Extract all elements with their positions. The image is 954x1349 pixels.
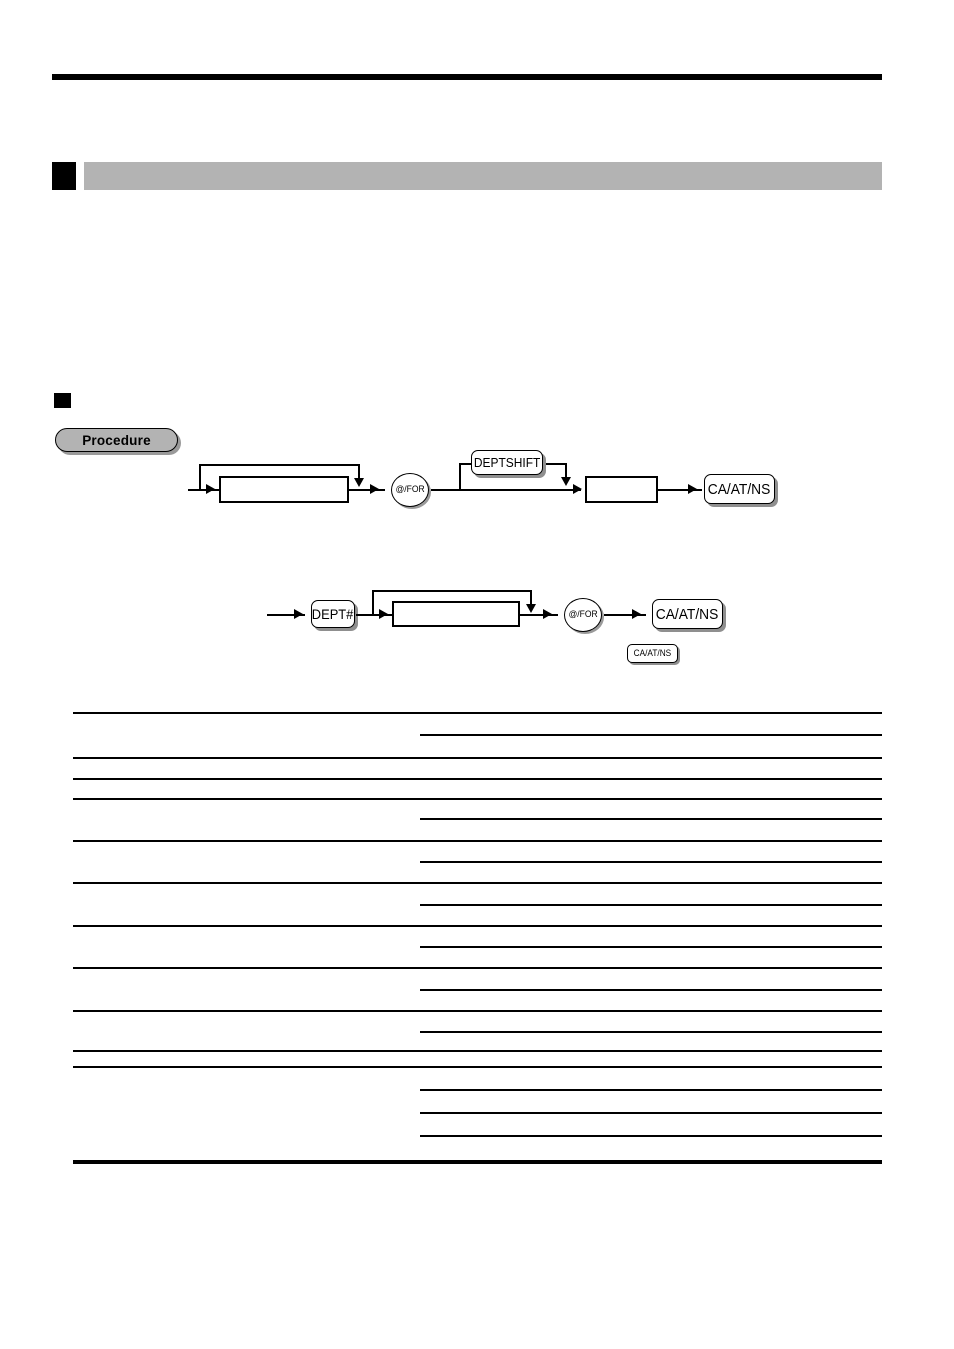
ca-at-ns-key-1-label: CA/AT/NS xyxy=(708,480,771,498)
ca-at-ns-key-2[interactable]: CA/AT/NS xyxy=(652,599,726,632)
procedure-badge: Procedure xyxy=(55,428,183,455)
table-rule-right xyxy=(420,989,882,991)
flow1-seg-b xyxy=(431,489,581,491)
table-rule-full xyxy=(73,1066,882,1068)
section-bullet-icon xyxy=(52,162,76,190)
deptshift-key-face: DEPTSHIFT xyxy=(471,450,543,475)
flow2-arrow-a-icon xyxy=(379,609,388,619)
flow2-arrow-c-icon xyxy=(632,609,641,619)
flow2-seg-a xyxy=(356,614,394,616)
table-rule-right xyxy=(420,861,882,863)
flow1-arrow-c-icon xyxy=(688,484,697,494)
table-rule-right xyxy=(420,946,882,948)
flow1-entry-line xyxy=(188,489,222,491)
flow1-branch-up xyxy=(459,463,461,490)
table-rule-full xyxy=(73,967,882,969)
flow1-arrow-b-icon xyxy=(573,484,582,494)
table-rule-full xyxy=(73,798,882,800)
flow2-seg-b xyxy=(520,614,558,616)
at-for-key-2[interactable]: @/FOR xyxy=(564,598,604,634)
deptshift-key-label: DEPTSHIFT xyxy=(473,455,541,470)
dept-number-key[interactable]: DEPT# xyxy=(311,600,358,631)
dept-entry-box-1[interactable] xyxy=(585,476,658,503)
table-bottom-rule xyxy=(73,1160,882,1164)
dept-number-key-face: DEPT# xyxy=(311,600,355,628)
flow1-seg-a xyxy=(349,489,385,491)
procedure-badge-label: Procedure xyxy=(82,432,151,448)
table-rule-full xyxy=(73,778,882,780)
flow1-entry-arrow-icon xyxy=(206,484,215,494)
flow2-arrow-b-icon xyxy=(543,609,552,619)
table-rule-full xyxy=(73,925,882,927)
table-rule-right xyxy=(420,904,882,906)
ca-at-ns-key-1-face: CA/AT/NS xyxy=(704,474,775,504)
table-rule-right xyxy=(420,818,882,820)
flow1-loop-top xyxy=(199,464,360,466)
at-for-key-2-label: @/FOR xyxy=(568,609,598,620)
at-for-key-1-label: @/FOR xyxy=(395,484,425,495)
table-rule-full xyxy=(73,840,882,842)
at-for-key-2-face: @/FOR xyxy=(564,598,602,632)
table-rule-full xyxy=(73,1050,882,1052)
table-rule-full xyxy=(73,1010,882,1012)
table-rule-full xyxy=(73,712,882,714)
ca-at-ns-key-1[interactable]: CA/AT/NS xyxy=(704,474,778,507)
subsection-bullet-icon xyxy=(54,393,71,408)
table-rule-full xyxy=(73,757,882,759)
table-rule-full xyxy=(73,882,882,884)
flow2-loop-left xyxy=(372,590,374,615)
flow2-entry-arrow-icon xyxy=(294,609,303,619)
section-header xyxy=(52,162,882,190)
table-rule-right xyxy=(420,1089,882,1091)
ca-at-ns-key-2-face: CA/AT/NS xyxy=(652,599,723,629)
flow1-loop-arrow-icon xyxy=(354,478,364,487)
table-rule-right xyxy=(420,1031,882,1033)
amount-entry-box-1[interactable] xyxy=(219,476,349,503)
flow1-branch-arrow-icon xyxy=(561,477,571,486)
document-page: Procedure @/FOR DEPTSHIFT CA/AT/NS DEPT#… xyxy=(0,0,954,1349)
ca-at-ns-key-2-label: CA/AT/NS xyxy=(656,605,719,623)
section-header-band xyxy=(84,162,882,190)
flow1-loop-left xyxy=(199,464,201,490)
deptshift-key[interactable]: DEPTSHIFT xyxy=(471,450,546,478)
table-rule-right xyxy=(420,1135,882,1137)
flow1-arrow-a-icon xyxy=(370,484,379,494)
table-rule-right xyxy=(420,1112,882,1114)
at-for-key-1[interactable]: @/FOR xyxy=(391,473,431,509)
ca-at-ns-key-small-face: CA/AT/NS xyxy=(627,644,678,663)
flow2-loop-top xyxy=(372,590,532,592)
procedure-badge-face: Procedure xyxy=(55,428,178,452)
flow2-loop-arrow-icon xyxy=(526,604,536,613)
ca-at-ns-key-small-label: CA/AT/NS xyxy=(633,648,672,658)
at-for-key-1-face: @/FOR xyxy=(391,473,429,507)
amount-entry-box-2[interactable] xyxy=(392,601,520,627)
page-top-rule xyxy=(52,74,882,80)
dept-number-key-label: DEPT# xyxy=(312,605,354,622)
table-rule-right xyxy=(420,734,882,736)
ca-at-ns-key-small[interactable]: CA/AT/NS xyxy=(627,644,680,665)
